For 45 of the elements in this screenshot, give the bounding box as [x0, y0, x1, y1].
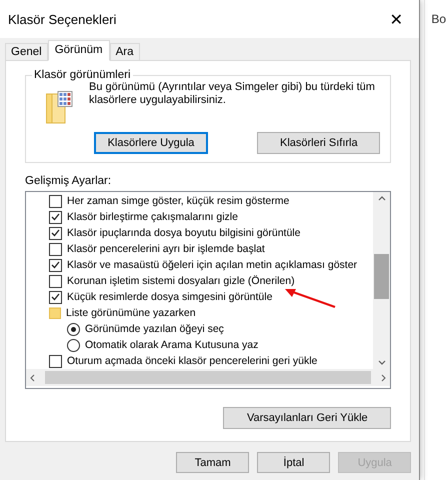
vertical-scrollbar[interactable] — [373, 192, 390, 369]
radio-button[interactable] — [67, 338, 80, 352]
option-label: Otomatik olarak Arama Kutusuna yaz — [85, 338, 258, 353]
close-button[interactable]: ✕ — [381, 4, 412, 34]
dialog-button[interactable]: Tamam — [176, 452, 250, 473]
folder-icon — [49, 307, 61, 319]
option-label: Korunan işletim sistemi dosyaları gizle (Önerilen) — [67, 274, 295, 289]
option-label: Her zaman simge göster, küçük resim gösterme — [67, 194, 290, 209]
scrollbar-thumb[interactable] — [45, 371, 372, 384]
option-label: Liste görünümüne yazarken — [66, 306, 196, 321]
scroll-down-icon[interactable] — [378, 360, 386, 366]
tab[interactable]: Görünüm — [48, 40, 110, 61]
checkbox[interactable] — [49, 210, 62, 224]
tab[interactable]: Genel — [5, 43, 48, 61]
advanced-settings-label: Gelişmiş Ayarlar: — [25, 175, 112, 187]
scroll-right-icon[interactable] — [381, 374, 388, 382]
background-text: Bo — [431, 12, 446, 26]
scroll-up-icon[interactable] — [378, 195, 386, 201]
scroll-left-icon[interactable] — [29, 374, 35, 382]
option-label: Klasör ve masaüstü öğeleri için açılan metin açıklaması göster — [67, 258, 358, 273]
folder-icon — [46, 91, 73, 124]
radio-button[interactable] — [67, 322, 80, 336]
option-label: Klasör birleştirme çakışmalarını gizle — [67, 210, 238, 225]
checkbox[interactable] — [49, 354, 62, 368]
restore-defaults-button[interactable]: Varsayılanları Geri Yükle — [223, 407, 392, 429]
option-label: Klasör pencerelerini ayrı bir işlemde başlat — [67, 242, 265, 257]
apply-button[interactable]: Klasörlere Uygula — [94, 132, 208, 154]
option-label: Küçük resimlerde dosya simgesini görüntüle — [67, 290, 272, 305]
option-label: Oturum açmada önceki klasör pencerelerini geri yükle — [67, 354, 318, 369]
description-text: Bu görünümü (Ayrıntılar veya Simgeler gibi) bu türdeki tüm klasörlere uygulayabilirsiniz. — [89, 81, 376, 108]
tab[interactable]: Ara — [110, 43, 140, 61]
scrollbar-thumb[interactable] — [374, 254, 390, 299]
checkbox[interactable] — [49, 194, 62, 208]
checkbox[interactable] — [49, 226, 62, 240]
checkbox[interactable] — [49, 258, 62, 272]
apply-button[interactable]: Klasörleri Sıfırla — [257, 132, 380, 154]
option-label: Görünümde yazılan öğeyi seç — [85, 322, 224, 337]
checkbox[interactable] — [49, 290, 62, 304]
checkbox[interactable] — [49, 242, 62, 256]
dialog-button[interactable]: İptal — [257, 452, 330, 473]
window-title: Klasör Seçenekleri — [8, 12, 116, 26]
horizontal-scrollbar[interactable] — [26, 369, 390, 386]
option-label: Klasör ipuçlarında dosya boyutu bilgisini görüntüle — [67, 226, 300, 241]
checkbox[interactable] — [49, 274, 62, 288]
group-title: Klasör görünümleri — [33, 69, 132, 81]
